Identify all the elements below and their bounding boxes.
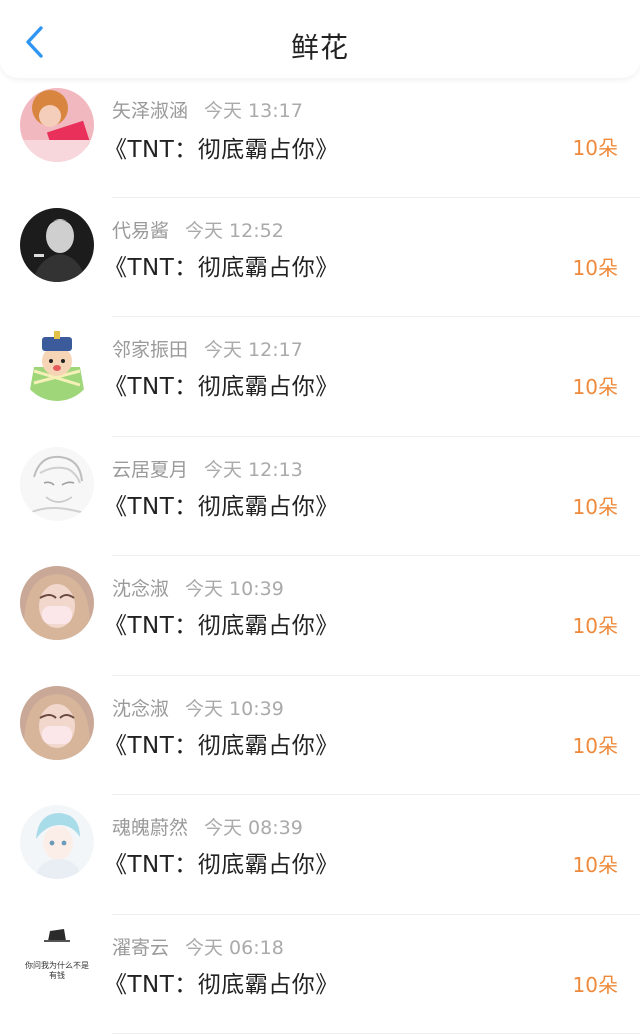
list-item[interactable]: 矢泽淑涵今天 13:17 《TNT：彻底霸占你》 10朵 — [0, 78, 640, 198]
username[interactable]: 云居夏月 — [112, 459, 188, 481]
cartoon-avatar-icon — [20, 327, 94, 401]
avatar[interactable] — [20, 327, 94, 401]
work-title[interactable]: 《TNT：彻底霸占你》 — [104, 845, 339, 879]
username[interactable]: 沈念淑 — [112, 698, 169, 720]
avatar[interactable] — [20, 208, 94, 282]
timestamp: 今天 12:17 — [204, 339, 303, 361]
flower-list: 矢泽淑涵今天 13:17 《TNT：彻底霸占你》 10朵 代易酱今天 12:52… — [0, 78, 640, 1034]
flower-count: 10朵 — [573, 730, 618, 759]
page-title: 鲜花 — [0, 26, 640, 66]
flower-count: 10朵 — [573, 969, 618, 998]
username[interactable]: 魂魄蔚然 — [112, 817, 188, 839]
pink-photo-avatar-icon — [20, 88, 94, 162]
list-item[interactable]: 你问我为什么不是有钱 濯寄云今天 06:18 《TNT：彻底霸占你》 10朵 — [0, 915, 640, 1034]
sketch-avatar-icon — [20, 447, 94, 521]
flower-count: 10朵 — [573, 371, 618, 400]
list-item[interactable]: 邻家振田今天 12:17 《TNT：彻底霸占你》 10朵 — [0, 317, 640, 437]
list-item[interactable]: 沈念淑今天 10:39 《TNT：彻底霸占你》 10朵 — [0, 556, 640, 676]
avatar[interactable] — [20, 686, 94, 760]
avatar[interactable] — [20, 88, 94, 162]
mask-photo-avatar-icon — [20, 566, 94, 640]
anime-avatar-icon — [20, 805, 94, 879]
work-title[interactable]: 《TNT：彻底霸占你》 — [104, 726, 339, 760]
username[interactable]: 矢泽淑涵 — [112, 100, 188, 122]
top-bar: 鲜花 — [0, 0, 640, 78]
avatar-caption: 你问我为什么不是有钱 — [22, 961, 92, 981]
timestamp: 今天 08:39 — [204, 817, 303, 839]
username[interactable]: 濯寄云 — [112, 937, 169, 959]
mask-photo-avatar-icon — [20, 686, 94, 760]
bw-photo-avatar-icon — [20, 208, 94, 282]
flower-count: 10朵 — [573, 610, 618, 639]
list-item[interactable]: 代易酱今天 12:52 《TNT：彻底霸占你》 10朵 — [0, 198, 640, 318]
timestamp: 今天 06:18 — [185, 937, 284, 959]
list-item[interactable]: 魂魄蔚然今天 08:39 《TNT：彻底霸占你》 10朵 — [0, 795, 640, 915]
avatar[interactable] — [20, 447, 94, 521]
avatar[interactable]: 你问我为什么不是有钱 — [20, 925, 94, 999]
avatar[interactable] — [20, 805, 94, 879]
work-title[interactable]: 《TNT：彻底霸占你》 — [104, 130, 339, 164]
work-title[interactable]: 《TNT：彻底霸占你》 — [104, 606, 339, 640]
timestamp: 今天 12:52 — [185, 220, 284, 242]
list-item[interactable]: 沈念淑今天 10:39 《TNT：彻底霸占你》 10朵 — [0, 676, 640, 796]
flower-count: 10朵 — [573, 252, 618, 281]
username[interactable]: 沈念淑 — [112, 578, 169, 600]
flower-count: 10朵 — [573, 132, 618, 161]
timestamp: 今天 12:13 — [204, 459, 303, 481]
username[interactable]: 邻家振田 — [112, 339, 188, 361]
timestamp: 今天 10:39 — [185, 578, 284, 600]
username[interactable]: 代易酱 — [112, 220, 169, 242]
work-title[interactable]: 《TNT：彻底霸占你》 — [104, 248, 339, 282]
timestamp: 今天 13:17 — [204, 100, 303, 122]
avatar[interactable] — [20, 566, 94, 640]
work-title[interactable]: 《TNT：彻底霸占你》 — [104, 965, 339, 999]
flower-count: 10朵 — [573, 849, 618, 878]
work-title[interactable]: 《TNT：彻底霸占你》 — [104, 367, 339, 401]
flower-count: 10朵 — [573, 491, 618, 520]
list-item[interactable]: 云居夏月今天 12:13 《TNT：彻底霸占你》 10朵 — [0, 437, 640, 557]
timestamp: 今天 10:39 — [185, 698, 284, 720]
work-title[interactable]: 《TNT：彻底霸占你》 — [104, 487, 339, 521]
